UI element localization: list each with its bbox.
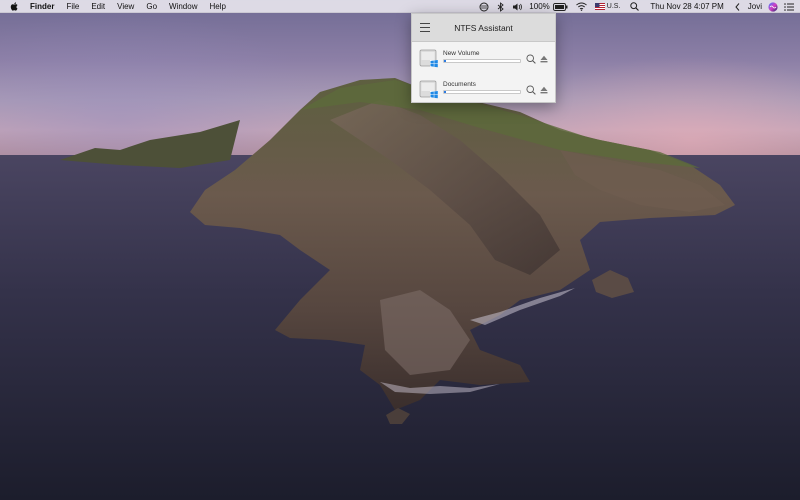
menu-go[interactable]: Go [146,0,157,13]
user-name[interactable]: Jovi [748,2,762,11]
menu-file[interactable]: File [66,0,79,13]
ntfs-drive-icon [419,80,438,99]
volume-usage-bar [443,90,521,94]
desktop-wallpaper [0,0,800,500]
eject-icon[interactable] [540,86,548,94]
ntfs-drive-icon [419,49,438,68]
volume-usage-fill [444,91,446,93]
menu-edit[interactable]: Edit [91,0,105,13]
volume-name: New Volume [443,50,480,57]
volume-usage-bar [443,59,521,63]
vpn-icon[interactable] [479,0,489,13]
volume-icon[interactable] [512,0,523,13]
eject-icon[interactable] [540,55,548,63]
volume-name: Documents [443,81,476,88]
siri-icon[interactable] [768,0,778,13]
popover-header: NTFS Assistant [412,14,555,42]
menu-help[interactable]: Help [209,0,225,13]
popover-title: NTFS Assistant [454,22,513,33]
wifi-icon[interactable] [575,0,587,13]
input-source-label[interactable]: U.S. [607,0,621,13]
hamburger-menu-icon[interactable] [420,23,430,32]
volume-usage-fill [444,60,446,62]
spotlight-icon[interactable] [630,0,640,13]
search-icon[interactable] [526,54,536,64]
menu-view[interactable]: View [117,0,134,13]
bluetooth-icon[interactable] [496,0,505,13]
status-area: 100% U.S. Thu Nov 28 4:07 PM Jovi [472,0,800,13]
clock[interactable]: Thu Nov 28 4:07 PM [650,0,723,13]
battery-icon[interactable] [552,0,568,13]
apple-icon[interactable] [10,1,20,12]
volume-row[interactable]: Documents [412,74,555,104]
volume-row[interactable]: New Volume [412,43,555,73]
menu-app-name[interactable]: Finder [30,0,54,13]
search-icon[interactable] [526,85,536,95]
chevron-left-icon[interactable] [735,0,740,13]
notification-center-icon[interactable] [784,0,794,13]
battery-percentage[interactable]: 100% [529,0,549,13]
ntfs-assistant-popover: NTFS Assistant New Volume Documents [411,13,556,103]
flag-icon[interactable] [594,0,605,13]
menu-bar: Finder File Edit View Go Window Help 100… [0,0,800,13]
menu-window[interactable]: Window [169,0,197,13]
